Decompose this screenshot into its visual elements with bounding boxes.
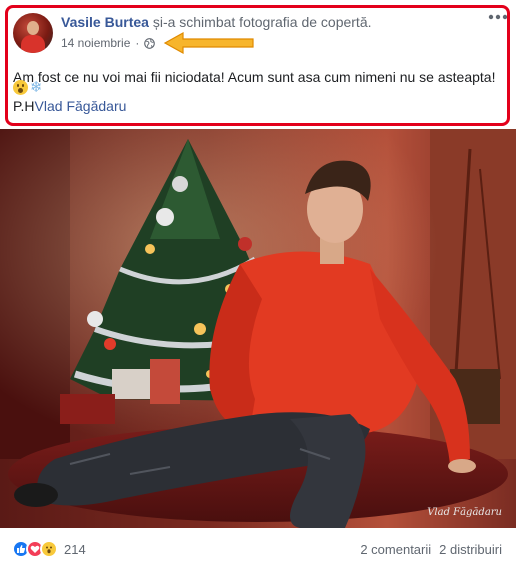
photo-watermark: Vlad Făgădaru <box>427 507 502 518</box>
annotation-highlight-box <box>5 5 510 126</box>
wow-icon <box>40 540 58 558</box>
cover-photo-illustration <box>0 129 516 528</box>
post-footer: 214 2 comentarii 2 distribuiri <box>0 528 516 570</box>
reaction-count: 214 <box>64 541 86 557</box>
reactions-summary[interactable]: 214 <box>12 540 86 558</box>
comments-count-link[interactable]: 2 comentarii <box>360 542 431 557</box>
shares-count-link[interactable]: 2 distribuiri <box>439 542 502 557</box>
post-card: Vasile Burtea și-a schimbat fotografia d… <box>0 0 516 570</box>
post-stats: 2 comentarii 2 distribuiri <box>360 542 502 557</box>
cover-photo[interactable]: Vlad Făgădaru <box>0 129 516 528</box>
